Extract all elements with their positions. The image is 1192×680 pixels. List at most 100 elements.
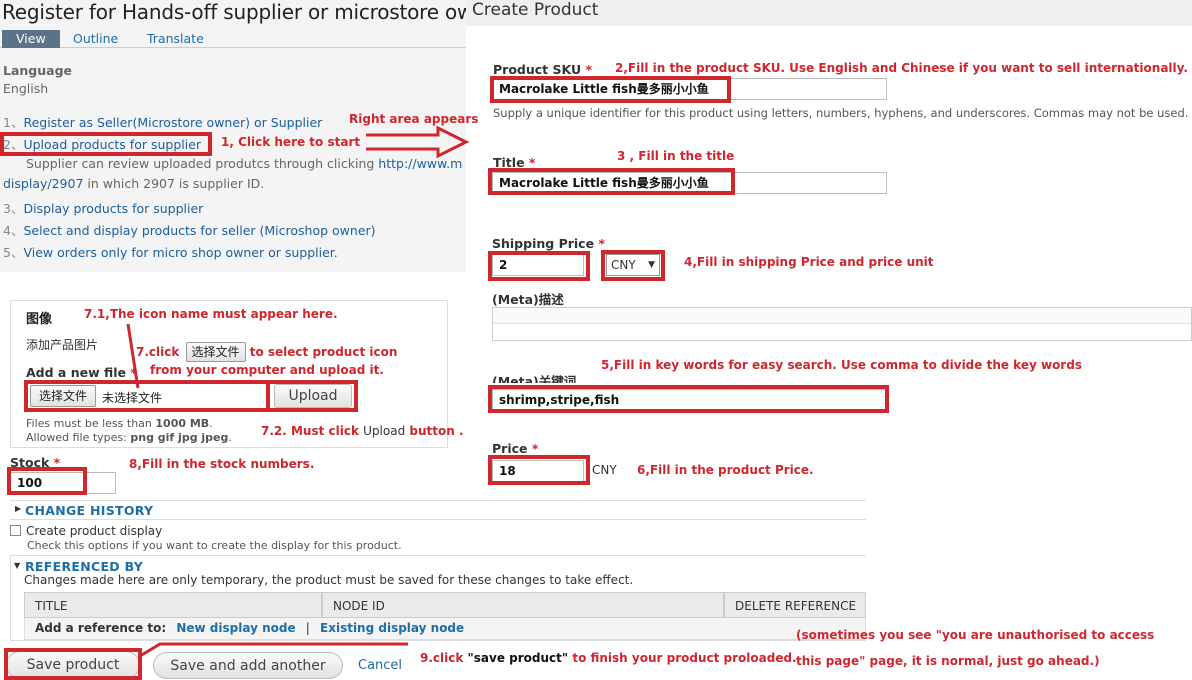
change-history-link[interactable]: CHANGE HISTORY [25, 503, 153, 518]
annotation-step7-line2: from your computer and upload it. [150, 363, 384, 377]
meta-desc-textarea[interactable] [492, 307, 1192, 341]
table-header-node-id: NODE ID [322, 592, 724, 618]
sku-input[interactable]: Macrolake Little fish曼多丽小小鱼 [492, 78, 887, 100]
annotation-step5: 5,Fill in key words for easy search. Use… [601, 358, 1082, 372]
tab-outline[interactable]: Outline [73, 30, 118, 48]
nav-item-view-orders[interactable]: 5、View orders only for micro shop owner … [3, 242, 338, 261]
nav-number: 5、 [3, 245, 24, 260]
annotation-step2: 2,Fill in the product SKU. Use English a… [615, 61, 1188, 75]
tab-view[interactable]: View [2, 30, 60, 48]
required-asterisk: * [531, 441, 539, 456]
save-product-button[interactable]: Save product [6, 651, 140, 679]
annotation-step9: 9.click "save product" to finish your pr… [420, 651, 797, 665]
price-label-text: Price [492, 441, 528, 456]
pointer-line-icon [139, 642, 408, 658]
add-new-file-text: Add a new file [26, 365, 127, 380]
triangle-down-icon: ▼ [14, 561, 21, 570]
existing-display-node-link[interactable]: Existing display node [320, 621, 464, 635]
required-asterisk: * [585, 62, 593, 77]
nav-label: View orders only for micro shop owner or… [23, 245, 338, 260]
required-asterisk: * [528, 155, 536, 170]
nav-item-select-products[interactable]: 4、Select and display products for seller… [3, 220, 376, 239]
nav-label: Upload products for supplier [23, 137, 202, 152]
title-input[interactable]: Macrolake Little fish曼多丽小小鱼 [492, 172, 887, 194]
highlight-divider [266, 382, 270, 410]
image-label: 图像 [26, 312, 53, 327]
page-title: Register for Hands-off supplier or micro… [2, 0, 506, 24]
file-size-value: 1000 MB [155, 417, 210, 430]
title-label: Title * [493, 155, 535, 170]
required-asterisk: * [130, 365, 137, 380]
annotation-step72-post: button . [405, 424, 464, 438]
annotation-right-area: Right area appears [349, 112, 479, 126]
allowed-types-note: Allowed file types: png gif jpg jpeg. [26, 431, 232, 444]
stock-label-text: Stock [10, 455, 50, 470]
required-asterisk: * [598, 236, 605, 251]
supplier-note-text-2: in which 2907 is supplier ID. [83, 176, 265, 191]
allowed-types-post: . [228, 431, 232, 444]
sku-label-text: Product SKU [493, 62, 582, 77]
triangle-right-icon: ▶ [15, 504, 22, 513]
table-header-delete-reference: DELETE REFERENCE [724, 592, 866, 618]
annotation-step9-quote: "save product" [467, 651, 569, 665]
add-reference-label: Add a reference to: [35, 621, 167, 635]
choose-file-button[interactable]: 选择文件 [30, 385, 96, 407]
annotation-step71: 7.1,The icon name must appear here. [84, 307, 338, 321]
file-size-note: Files must be less than 1000 MB. [26, 417, 213, 430]
annotation-note-line1: (sometimes you see "you are unauthorised… [796, 628, 1155, 642]
annotation-note-line2: this page" page, it is normal, just go a… [796, 654, 1100, 668]
nav-number: 2、 [3, 137, 24, 152]
nav-number: 4、 [3, 223, 24, 238]
shipping-label-text: Shipping Price [492, 236, 595, 251]
shipping-price-input[interactable]: 2 [492, 254, 584, 276]
supplier-note-cont: display/2907 in which 2907 is supplier I… [3, 176, 264, 191]
add-image-label: 添加产品图片 [26, 338, 99, 352]
meta-keywords-input[interactable]: shrimp,stripe,fish [492, 389, 886, 411]
nav-item-register[interactable]: 1、Register as Seller(Microstore owner) o… [3, 112, 322, 131]
meta-keywords-label: (Meta)关键词 [492, 374, 577, 383]
tab-translate[interactable]: Translate [147, 30, 204, 48]
language-value: English [3, 81, 49, 96]
annotation-step72-btn: Upload [363, 424, 406, 438]
create-display-checkbox[interactable] [10, 525, 21, 536]
annotation-step1: 1, Click here to start [221, 135, 361, 149]
referenced-by-link[interactable]: REFERENCED BY [25, 559, 143, 574]
annotation-step7: 7.click 选择文件 to select product icon [136, 342, 397, 362]
price-input[interactable]: 18 [492, 460, 584, 482]
annotation-step7-post: to select product icon [245, 345, 398, 359]
create-display-description: Check this options if you want to create… [27, 539, 402, 552]
file-size-post: . [209, 417, 213, 430]
add-new-file-label: Add a new file * [26, 365, 137, 380]
allowed-types-pre: Allowed file types: [26, 431, 131, 444]
currency-select[interactable]: CNY ▼ [606, 254, 660, 276]
meta-desc-label: (Meta)描述 [492, 292, 564, 307]
stock-label: Stock * [10, 455, 60, 470]
new-display-node-link[interactable]: New display node [176, 621, 295, 635]
nav-number: 3、 [3, 201, 24, 216]
allowed-types-value: png gif jpg jpeg [130, 431, 229, 444]
stock-input[interactable]: 100 [10, 472, 116, 494]
annotation-step3: 3 , Fill in the title [617, 149, 735, 163]
change-history-bar[interactable]: ▶ CHANGE HISTORY [10, 500, 866, 520]
upload-button[interactable]: Upload [274, 384, 352, 408]
annotation-step72: 7.2. Must click Upload button . [261, 424, 464, 438]
nav-number: 1、 [3, 115, 24, 130]
supplier-url-link-cont[interactable]: display/2907 [3, 176, 83, 191]
nav-item-display-products[interactable]: 3、Display products for supplier [3, 198, 203, 217]
annotation-step4: 4,Fill in shipping Price and price unit [684, 255, 934, 269]
referenced-by-note: Changes made here are only temporary, th… [24, 573, 634, 587]
arrow-right-icon [366, 125, 470, 159]
nav-item-upload-products[interactable]: 2、Upload products for supplier [3, 134, 201, 153]
language-label: Language [3, 63, 73, 78]
cancel-link[interactable]: Cancel [358, 658, 402, 673]
chevron-down-icon: ▼ [648, 260, 655, 270]
required-asterisk: * [53, 455, 61, 470]
nav-label: Select and display products for seller (… [23, 223, 376, 238]
add-reference-row: Add a reference to: New display node | E… [35, 621, 464, 635]
table-header-title: TITLE [24, 592, 322, 618]
file-status-text: 未选择文件 [102, 391, 163, 405]
tab-bar: View Outline Translate [0, 30, 466, 48]
link-separator: | [305, 621, 310, 635]
create-display-label: Create product display [26, 524, 163, 538]
price-unit: CNY [592, 463, 617, 477]
